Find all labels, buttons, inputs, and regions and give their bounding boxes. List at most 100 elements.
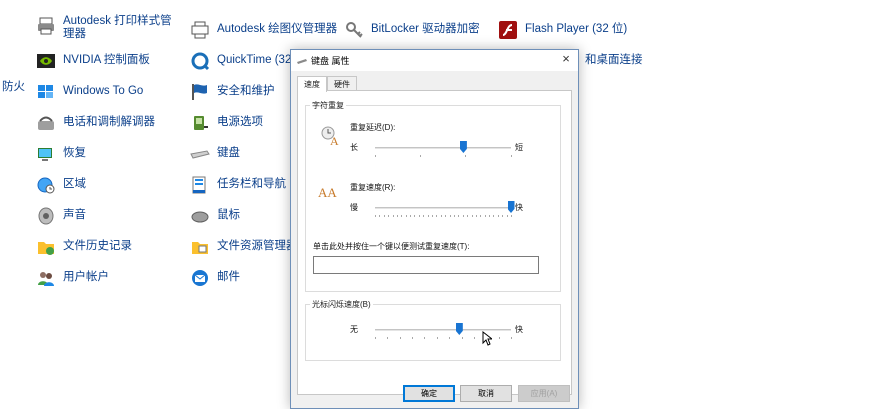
cursor-blink-slider-thumb[interactable] xyxy=(455,323,463,335)
cp-item-label: Autodesk 打印样式管理器 xyxy=(63,15,172,40)
cp-item-recovery[interactable]: 恢复 xyxy=(36,143,86,171)
cp-item-label: 文件历史记录 xyxy=(63,240,132,252)
slider-tick xyxy=(423,215,425,217)
recovery-icon xyxy=(36,144,56,164)
cp-item-bitlocker[interactable]: BitLocker 驱动器加密 xyxy=(344,19,480,47)
slider-tick xyxy=(453,215,455,217)
group-title: 光标闪烁速度(B) xyxy=(310,299,373,310)
cp-item-label: Flash Player (32 位) xyxy=(525,23,628,35)
slider-tick xyxy=(458,215,460,217)
cp-item-quicktime[interactable]: QuickTime (32 位 xyxy=(190,50,306,78)
cp-item-label: 声音 xyxy=(63,209,86,221)
slider-tick xyxy=(375,215,376,217)
bitlocker-icon xyxy=(344,20,364,40)
svg-text:A: A xyxy=(330,134,339,147)
cp-item-sound[interactable]: 声音 xyxy=(36,205,86,233)
repeat-delay-slider-track[interactable] xyxy=(375,147,511,149)
cp-item-mail[interactable]: 邮件 xyxy=(190,267,240,295)
cp-item-mouse[interactable]: 鼠标 xyxy=(190,205,240,233)
character-repeat-group: 字符重复 A 重复延迟(D): 长 短 AA 重复速度(R): 慢 快 单击此处… xyxy=(305,100,561,292)
speaker-icon xyxy=(36,206,56,226)
slider-tick xyxy=(375,337,376,339)
cp-item-taskbar[interactable]: 任务栏和导航 xyxy=(190,174,286,202)
slider-tick xyxy=(399,337,401,339)
close-button[interactable]: × xyxy=(559,52,573,66)
cp-item-label: 文件资源管理器 xyxy=(217,240,298,252)
cp-item-file-explorer-options[interactable]: 文件资源管理器 xyxy=(190,236,298,264)
repeat-rate-slider-track[interactable] xyxy=(375,207,511,209)
slider-tick xyxy=(436,337,438,339)
svg-text:AA: AA xyxy=(318,185,337,200)
dialog-titlebar[interactable]: 键盘 属性 × xyxy=(291,50,578,71)
slider-tick xyxy=(445,215,447,217)
repeat-delay-label: 重复延迟(D): xyxy=(350,123,396,132)
cp-item-autodesk-plotter[interactable]: Autodesk 绘图仪管理器 xyxy=(190,19,337,47)
apply-button[interactable]: 应用(A) xyxy=(518,385,570,402)
cp-item-phone-modem[interactable]: 电话和调制解调器 xyxy=(36,112,155,140)
cp-item-power[interactable]: 电源选项 xyxy=(190,112,263,140)
delay-max-label: 短 xyxy=(515,143,523,152)
cp-item-file-history[interactable]: 文件历史记录 xyxy=(36,236,132,264)
tab-strip: 速度 硬件 xyxy=(297,76,357,92)
slider-tick xyxy=(432,215,434,217)
mouse-icon xyxy=(190,206,210,226)
slider-tick xyxy=(480,215,482,217)
rate-max-label: 快 xyxy=(515,203,523,212)
phone-modem-icon xyxy=(36,113,56,133)
slider-tick xyxy=(502,215,504,217)
dialog-title: 键盘 属性 xyxy=(311,56,350,66)
slider-tick xyxy=(462,215,464,217)
slider-tick xyxy=(379,215,381,217)
cp-item-label: 鼠标 xyxy=(217,209,240,221)
cp-item-windows-to-go[interactable]: Windows To Go xyxy=(36,81,143,109)
cursor-blink-group: 光标闪烁速度(B) 无 快 xyxy=(305,299,561,361)
printer-icon xyxy=(36,16,56,36)
slider-tick xyxy=(401,215,403,217)
cp-item-nvidia[interactable]: NVIDIA 控制面板 xyxy=(36,50,150,78)
repeat-delay-ticks xyxy=(375,155,512,159)
repeat-rate-slider-thumb[interactable] xyxy=(507,201,515,213)
power-icon xyxy=(190,113,210,133)
slider-tick xyxy=(387,337,389,339)
cp-item-label: NVIDIA 控制面板 xyxy=(63,54,150,66)
cp-item-label: 任务栏和导航 xyxy=(217,178,286,190)
slider-tick xyxy=(467,215,469,217)
slider-tick xyxy=(424,337,426,339)
delay-min-label: 长 xyxy=(350,143,358,152)
slider-tick xyxy=(506,215,508,217)
slider-tick xyxy=(405,215,407,217)
cp-item-user-accounts[interactable]: 用户帐户 xyxy=(36,267,109,295)
slider-tick xyxy=(410,215,412,217)
globe-clock-icon xyxy=(36,175,56,195)
slider-tick xyxy=(427,215,429,217)
cp-item-label: BitLocker 驱动器加密 xyxy=(371,23,480,35)
sidebar-fragment: 防火 xyxy=(2,81,25,93)
repeat-rate-icon: AA xyxy=(318,185,337,200)
slider-tick xyxy=(471,215,473,217)
slider-tick xyxy=(388,215,390,217)
slider-tick xyxy=(511,215,512,217)
cp-item-label: 和桌面连接 xyxy=(585,54,643,66)
cp-item-label: 用户帐户 xyxy=(63,271,109,283)
slider-tick xyxy=(461,337,463,339)
ok-button[interactable]: 确定 xyxy=(403,385,455,402)
slider-tick xyxy=(392,215,394,217)
taskbar-icon xyxy=(190,175,210,195)
tab-hardware[interactable]: 硬件 xyxy=(327,76,357,91)
slider-tick xyxy=(436,215,438,217)
cp-item-region[interactable]: 区域 xyxy=(36,174,86,202)
keyboard-properties-dialog: 键盘 属性 × 速度 硬件 字符重复 A 重复延迟(D): 长 短 AA 重复速… xyxy=(290,49,579,409)
cp-item-flash-player[interactable]: Flash Player (32 位) xyxy=(498,19,627,47)
cp-item-keyboard[interactable]: 键盘 xyxy=(190,143,240,171)
slider-tick xyxy=(497,215,499,217)
tab-speed[interactable]: 速度 xyxy=(297,76,327,92)
repeat-delay-slider-thumb[interactable] xyxy=(459,141,467,153)
keyboard-icon xyxy=(297,58,307,64)
group-title: 字符重复 xyxy=(310,100,346,111)
repeat-test-input[interactable] xyxy=(313,256,539,274)
cp-item-label: 安全和维护 xyxy=(217,85,275,97)
cp-item-autodesk-print[interactable]: Autodesk 打印样式管理器 xyxy=(36,15,175,43)
cp-item-security[interactable]: 安全和维护 xyxy=(190,81,275,109)
slider-tick xyxy=(418,215,420,217)
cancel-button[interactable]: 取消 xyxy=(460,385,512,402)
